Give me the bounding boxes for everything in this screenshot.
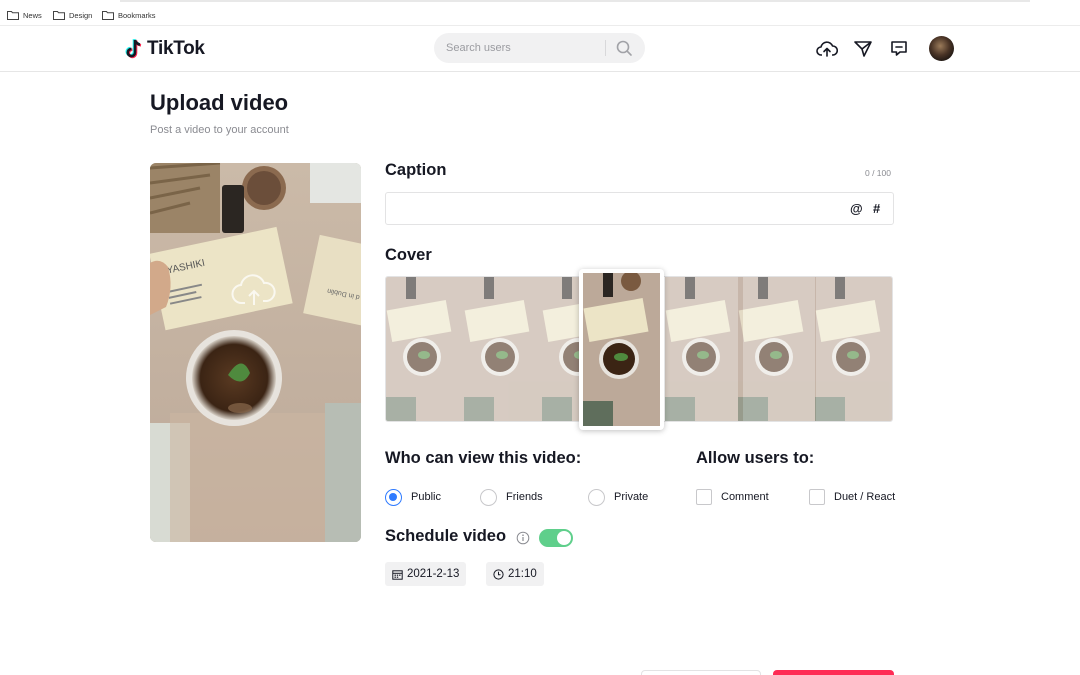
calendar-icon [392, 569, 403, 580]
page-subtitle: Post a video to your account [150, 124, 289, 136]
privacy-option-label: Public [411, 491, 441, 503]
bookmark-bookmarks[interactable]: Bookmarks [102, 9, 156, 21]
upload-button[interactable] [815, 37, 839, 61]
selected-cover-frame [583, 273, 660, 426]
video-thumbnail: KYASHIKI d in Dublin [150, 163, 361, 542]
logo-text: TikTok [147, 38, 205, 59]
allow-option-label: Duet / React [834, 491, 896, 503]
tiktok-note-icon [125, 38, 142, 59]
comment-checkbox[interactable] [696, 489, 712, 505]
radio-friends[interactable] [480, 488, 497, 506]
bookmark-label: Design [69, 10, 93, 20]
cover-frame[interactable] [464, 277, 542, 421]
caption-field: @ # [385, 192, 894, 225]
privacy-option-friends[interactable]: Friends [480, 488, 543, 506]
folder-icon [53, 11, 65, 20]
cover-frame[interactable] [815, 277, 892, 421]
schedule-label: Schedule video [385, 527, 507, 545]
scroll-indicator [120, 0, 1030, 2]
allow-label: Allow users to: [696, 449, 815, 467]
duet-react-checkbox[interactable] [809, 489, 825, 505]
search-input[interactable] [446, 33, 606, 63]
schedule-date-picker[interactable]: 2021-2-13 [385, 562, 467, 586]
mention-button[interactable]: @ [850, 201, 863, 216]
post-button[interactable] [773, 670, 894, 675]
cover-frame[interactable] [386, 277, 464, 421]
privacy-option-label: Private [614, 491, 649, 503]
bookmark-label: News [23, 10, 42, 20]
bookmark-label: Bookmarks [118, 10, 156, 20]
allow-duet-react[interactable]: Duet / React [809, 488, 895, 506]
radio-public[interactable] [385, 488, 402, 506]
avatar[interactable] [929, 36, 954, 61]
search-icon [616, 40, 632, 56]
upload-cloud-icon [816, 41, 838, 57]
bookmark-design[interactable]: Design [53, 9, 92, 21]
page-title: Upload video [150, 90, 289, 115]
search-bar [434, 33, 645, 63]
search-divider [605, 40, 606, 56]
cover-selector-handle[interactable] [579, 269, 664, 430]
schedule-toggle[interactable] [539, 529, 573, 547]
discard-button[interactable] [641, 670, 761, 675]
schedule-date: 2021-2-13 [407, 568, 460, 580]
cover-label: Cover [385, 246, 432, 264]
privacy-label: Who can view this video: [385, 449, 582, 467]
privacy-option-public[interactable]: Public [385, 488, 441, 506]
video-preview[interactable]: KYASHIKI d in Dublin [150, 163, 361, 542]
bookmark-news[interactable]: News [7, 9, 42, 21]
messages-button[interactable] [851, 37, 875, 61]
caption-counter: 0 / 100 [865, 168, 891, 178]
caption-input[interactable] [394, 193, 834, 224]
allow-option-label: Comment [721, 491, 769, 503]
bookmarks-bar: News Design Bookmarks [0, 0, 1080, 26]
schedule-time-picker[interactable]: 21:10 [486, 562, 544, 586]
privacy-option-label: Friends [506, 491, 543, 503]
search-button[interactable] [614, 38, 634, 58]
allow-comment[interactable]: Comment [696, 488, 769, 506]
cover-frame[interactable] [738, 277, 816, 421]
inbox-button[interactable] [887, 37, 911, 61]
folder-icon [7, 11, 19, 20]
send-icon [854, 41, 872, 57]
top-nav: TikTok [0, 26, 1080, 72]
schedule-time: 21:10 [508, 568, 537, 580]
cover-frame[interactable] [665, 277, 743, 421]
folder-icon [102, 11, 114, 20]
hashtag-button[interactable]: # [873, 201, 880, 216]
clock-icon [493, 568, 504, 580]
radio-private[interactable] [588, 488, 605, 506]
privacy-option-private[interactable]: Private [588, 488, 648, 506]
inbox-icon [891, 41, 907, 56]
tiktok-logo[interactable]: TikTok [124, 36, 205, 62]
caption-label: Caption [385, 161, 447, 179]
info-icon[interactable] [516, 531, 530, 545]
